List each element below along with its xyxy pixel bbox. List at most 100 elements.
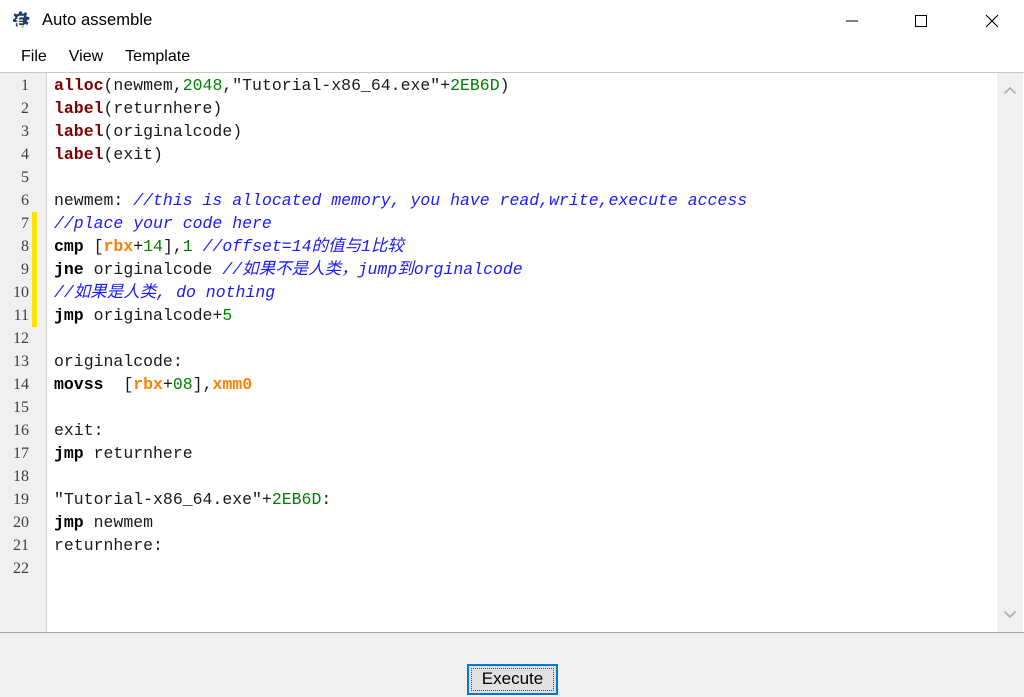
menu-item-view[interactable]: View <box>59 45 113 70</box>
code-token-num: 1 <box>182 237 193 256</box>
code-token-pln: returnhere: <box>54 536 163 555</box>
code-token-num: 2EB6D <box>271 490 322 509</box>
code-token-mn: jmp <box>54 513 84 532</box>
code-token-num: 5 <box>222 306 233 325</box>
code-line: label(originalcode) <box>54 120 242 143</box>
line-number: 21 <box>13 537 29 554</box>
code-token-reg: rbx <box>103 237 134 256</box>
line-number: 7 <box>21 215 29 232</box>
code-line: jmp returnhere <box>54 442 193 465</box>
code-token-kw: label <box>54 99 104 118</box>
code-token-pln: newmem: <box>54 191 134 210</box>
execute-button[interactable]: Execute <box>467 664 558 695</box>
code-token-mn: jmp <box>54 306 84 325</box>
minimize-icon <box>846 20 858 21</box>
code-token-reg: xmm0 <box>212 375 253 394</box>
code-token-cmt: //place your code here <box>54 214 272 233</box>
gutter-separator <box>37 73 47 632</box>
code-token-pln: originalcode <box>83 260 223 279</box>
code-token-pln: (exit) <box>103 145 163 164</box>
code-line: newmem: //this is allocated memory, you … <box>54 189 747 212</box>
menu-item-template[interactable]: Template <box>115 45 200 70</box>
code-token-pln: newmem <box>83 513 154 532</box>
scroll-down-button[interactable] <box>997 602 1023 626</box>
code-token-pln: originalcode: <box>54 352 183 371</box>
code-token-mn: cmp <box>54 237 84 256</box>
line-number: 8 <box>21 238 29 255</box>
line-number: 14 <box>13 376 29 393</box>
code-token-pln: ], <box>192 375 213 394</box>
code-token-mn: movss <box>54 375 104 394</box>
maximize-icon <box>915 14 927 27</box>
code-token-pln: + <box>162 375 173 394</box>
code-token-pln: ) <box>499 76 510 95</box>
line-number: 11 <box>13 307 29 324</box>
code-line: label(returnhere) <box>54 97 222 120</box>
code-text-area[interactable]: alloc(newmem,2048,"Tutorial-x86_64.exe"+… <box>48 73 996 632</box>
line-number: 15 <box>13 399 29 416</box>
code-token-pln: ,"Tutorial-x86_64.exe"+ <box>222 76 451 95</box>
code-token-cmt: //如果不是人类，jump到orginalcode <box>222 260 523 279</box>
minimize-button[interactable] <box>829 0 875 41</box>
close-button[interactable] <box>969 0 1015 41</box>
code-line: "Tutorial-x86_64.exe"+2EB6D: <box>54 488 331 511</box>
code-token-pln: exit: <box>54 421 104 440</box>
code-line: cmp [rbx+14],1 //offset=14的值与1比较 <box>54 235 404 258</box>
close-icon <box>985 14 999 27</box>
line-number: 10 <box>13 284 29 301</box>
cheat-engine-gear-icon <box>9 10 33 34</box>
code-line: jmp originalcode+5 <box>54 304 232 327</box>
code-line: originalcode: <box>54 350 183 373</box>
code-line: //如果是人类, do nothing <box>54 281 275 304</box>
code-token-pln: (originalcode) <box>103 122 243 141</box>
code-line: //place your code here <box>54 212 272 235</box>
line-number: 3 <box>21 123 29 140</box>
chevron-down-icon <box>1003 610 1017 619</box>
code-line: exit: <box>54 419 104 442</box>
line-number: 4 <box>21 146 29 163</box>
code-token-num: 2048 <box>182 76 223 95</box>
code-token-kw: label <box>54 122 104 141</box>
line-number: 6 <box>21 192 29 209</box>
line-number-gutter: 1 2 3 4 5 6 7 8 9 10 11 12 13 14 15 16 17 18 19 20 21 22 <box>0 73 32 632</box>
code-token-mn: jne <box>54 260 84 279</box>
code-token-cmt: //如果是人类, do nothing <box>54 283 276 302</box>
line-number: 16 <box>13 422 29 439</box>
line-number: 17 <box>13 445 29 462</box>
code-token-pln: + <box>133 237 144 256</box>
code-token-pln: [ <box>103 375 134 394</box>
code-token-num: 14 <box>143 237 163 256</box>
line-number: 18 <box>13 468 29 485</box>
maximize-button[interactable] <box>898 0 944 41</box>
line-number: 22 <box>13 560 29 577</box>
code-token-pln: "Tutorial-x86_64.exe"+ <box>54 490 272 509</box>
code-token-cmt: //this is allocated memory, you have rea… <box>133 191 748 210</box>
auto-assembler-editor: 1 2 3 4 5 6 7 8 9 10 11 12 13 14 15 16 17 18 19 20 21 22 allo… <box>0 72 1024 661</box>
code-line: label(exit) <box>54 143 163 166</box>
vertical-scrollbar[interactable] <box>996 73 1023 632</box>
code-token-pln: [ <box>83 237 104 256</box>
code-line: jmp newmem <box>54 511 153 534</box>
code-token-pln <box>193 237 203 256</box>
code-line: returnhere: <box>54 534 163 557</box>
code-token-pln: originalcode+ <box>83 306 223 325</box>
code-line: movss [rbx+08],xmm0 <box>54 373 252 396</box>
code-token-pln: : <box>321 490 332 509</box>
code-line: alloc(newmem,2048,"Tutorial-x86_64.exe"+… <box>54 74 510 97</box>
menu-bar: File View Template <box>0 41 1024 73</box>
code-token-kw: alloc <box>54 76 104 95</box>
line-number: 12 <box>13 330 29 347</box>
line-number: 5 <box>21 169 29 186</box>
menu-item-file[interactable]: File <box>11 45 57 70</box>
line-number: 13 <box>13 353 29 370</box>
scroll-up-button[interactable] <box>997 79 1023 103</box>
code-token-pln: returnhere <box>83 444 193 463</box>
code-token-num: 2EB6D <box>450 76 500 95</box>
title-bar: Auto assemble <box>0 0 1024 41</box>
code-token-num: 08 <box>172 375 193 394</box>
code-token-cmt: //offset=14的值与1比较 <box>202 237 404 256</box>
line-number: 9 <box>21 261 29 278</box>
code-token-pln: ], <box>162 237 183 256</box>
execute-button-label: Execute <box>481 668 544 688</box>
chevron-up-icon <box>1003 86 1017 95</box>
